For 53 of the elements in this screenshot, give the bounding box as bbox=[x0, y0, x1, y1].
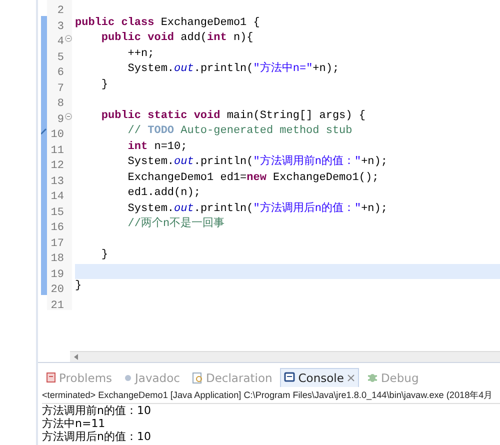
console-status: <terminated> ExchangeDemo1 [Java Application] C:\Program Files\Java\jre1.8.0_144\bin\javaw.exe (2018年4月 bbox=[42, 387, 500, 404]
line-number: 19 bbox=[50, 268, 64, 280]
code-line: //两个n不是一回事 bbox=[126, 217, 225, 232]
line-number: 6 bbox=[57, 67, 64, 79]
panel-tab[interactable]: Console bbox=[280, 368, 359, 386]
code-line: } bbox=[100, 78, 108, 92]
line-number: 12 bbox=[50, 160, 64, 172]
monitor-icon bbox=[284, 372, 296, 383]
code-line: public void add(int n){ bbox=[100, 31, 254, 46]
code-line: public static void main(String[] args) { bbox=[100, 108, 366, 124]
line-number: 17 bbox=[50, 238, 64, 250]
fold-icon[interactable] bbox=[65, 35, 72, 42]
document-icon bbox=[192, 372, 203, 384]
console-output-line: 方法调用后n的值：10 bbox=[42, 430, 151, 443]
code-line: public class ExchangeDemo1 { bbox=[75, 16, 260, 30]
line-number: 16 bbox=[50, 222, 64, 234]
panel-tab[interactable]: Problems bbox=[42, 368, 116, 386]
close-icon[interactable] bbox=[346, 374, 355, 382]
horizontal-scrollbar[interactable] bbox=[70, 351, 500, 362]
line-number: 8 bbox=[57, 98, 64, 110]
code-line: int n=10; bbox=[126, 140, 188, 154]
line-number: 20 bbox=[50, 284, 64, 296]
panel-tab[interactable]: Debug bbox=[362, 368, 423, 386]
code-line: System.out.println("方法中n="+n); bbox=[126, 62, 340, 77]
fold-icon[interactable] bbox=[65, 112, 72, 120]
line-number: 14 bbox=[50, 191, 64, 203]
panel-tab[interactable]: Declaration bbox=[188, 368, 276, 386]
line-number: 10 bbox=[50, 129, 64, 141]
line-number: 2 bbox=[57, 5, 64, 17]
code-line: // TODO Auto-generated method stub bbox=[126, 124, 352, 139]
console-output-line: 方法调用前n的值：10 bbox=[42, 404, 151, 417]
line-number: 21 bbox=[50, 300, 64, 312]
code-line: System.out.println("方法调用后n的值："+n); bbox=[126, 202, 388, 216]
code-line: ed1.add(n); bbox=[126, 186, 200, 201]
line-number: 11 bbox=[50, 144, 64, 156]
line-number: 5 bbox=[57, 52, 64, 64]
line-number: 15 bbox=[50, 206, 64, 218]
line-number: 3 bbox=[57, 20, 64, 32]
line-number: 4 bbox=[57, 36, 64, 48]
line-number: 7 bbox=[57, 82, 64, 94]
warning-list-icon bbox=[46, 372, 56, 383]
code-line: ++n; bbox=[126, 46, 154, 62]
code-line: } bbox=[100, 248, 108, 263]
bug-icon bbox=[366, 372, 378, 383]
scroll-left-icon[interactable] bbox=[74, 354, 78, 360]
console-output-line: 方法中n=11 bbox=[42, 417, 106, 430]
code-line: System.out.println("方法调用前n的值："+n); bbox=[126, 155, 388, 170]
line-number: 9 bbox=[57, 114, 64, 126]
line-number: 13 bbox=[50, 176, 64, 188]
code-line: } bbox=[75, 279, 82, 294]
line-number: 18 bbox=[50, 253, 64, 265]
panel-tab[interactable]: Javadoc bbox=[120, 368, 184, 386]
code-line: ExchangeDemo1 ed1=new ExchangeDemo1(); bbox=[126, 170, 379, 186]
